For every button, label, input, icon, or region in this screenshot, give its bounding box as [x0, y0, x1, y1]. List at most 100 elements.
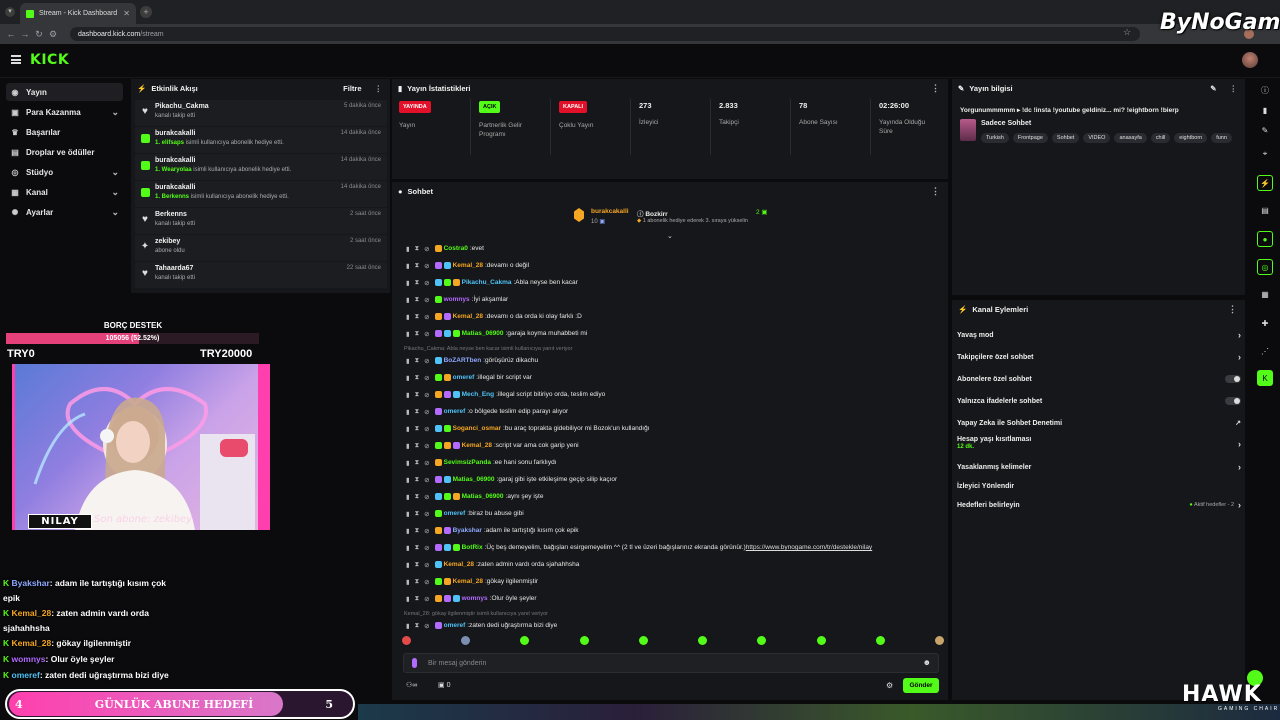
more-options-icon[interactable]: ⋮	[1228, 304, 1237, 315]
crosshair-icon[interactable]: ⌖	[1257, 146, 1273, 162]
wrench-icon[interactable]: ✚	[1257, 315, 1273, 331]
action-followers-only[interactable]: Takipçilere özel sohbet ›	[957, 350, 1241, 364]
timeout-icon[interactable]: ⧗	[415, 544, 420, 552]
pen-icon[interactable]: ✎	[1257, 122, 1273, 138]
chat-username[interactable]: Kemal_28	[453, 578, 483, 585]
sidebar-item-kanal[interactable]: ▦ Kanal ⌄	[6, 183, 123, 201]
send-button[interactable]: Gönder	[903, 678, 939, 693]
browser-tab[interactable]: Stream - Kick Dashboard ✕	[20, 3, 136, 24]
tag-chip[interactable]: Frontpage	[1012, 133, 1048, 143]
broadcast-icon[interactable]: ◎	[1257, 259, 1273, 275]
ban-icon[interactable]: ⊘	[424, 544, 429, 552]
chat-username[interactable]: Kemal_28	[453, 262, 483, 269]
timeout-icon[interactable]: ⧗	[415, 279, 420, 287]
chat-username[interactable]: omeref	[444, 622, 466, 629]
ban-icon[interactable]: ⊘	[424, 527, 429, 535]
timeout-icon[interactable]: ⧗	[415, 425, 420, 433]
trash-icon[interactable]: ▮	[406, 493, 410, 501]
tab-list-icon[interactable]: ▾	[5, 7, 15, 17]
chat-settings-icon[interactable]: ⚙	[886, 681, 893, 690]
action-ai-moderation[interactable]: Yapay Zeka ile Sohbet Denetimi ↗	[957, 416, 1241, 430]
ban-icon[interactable]: ⊘	[424, 245, 429, 253]
trash-icon[interactable]: ▮	[406, 561, 410, 569]
chat-input[interactable]: Bir mesaj gönderin ☻	[403, 653, 939, 673]
ban-icon[interactable]: ⊘	[424, 330, 429, 338]
chat-username[interactable]: omeref	[453, 374, 475, 381]
forward-icon[interactable]: →	[18, 29, 32, 39]
tag-chip[interactable]: anasayfa	[1114, 133, 1147, 143]
trash-icon[interactable]: ▮	[406, 296, 410, 304]
site-info-icon[interactable]: ⚙	[46, 29, 60, 40]
timeout-icon[interactable]: ⧗	[415, 245, 420, 253]
chat-username[interactable]: womnys	[444, 296, 470, 303]
chat-username[interactable]: omeref	[444, 408, 466, 415]
ban-icon[interactable]: ⊘	[424, 493, 429, 501]
chat-username[interactable]: SevimsizPanda	[444, 459, 491, 466]
chart-icon[interactable]: ▮	[1257, 102, 1273, 118]
reload-icon[interactable]: ↻	[32, 29, 46, 40]
kick-icon[interactable]: K	[1257, 370, 1273, 386]
filter-button[interactable]: Filtre	[343, 84, 361, 93]
timeout-icon[interactable]: ⧗	[415, 578, 420, 586]
ban-icon[interactable]: ⊘	[424, 442, 429, 450]
timeout-icon[interactable]: ⧗	[415, 330, 420, 338]
emote-icon[interactable]	[934, 636, 944, 645]
layout-icon[interactable]: ▦	[1257, 286, 1273, 302]
lightning-icon[interactable]: ⚡	[1257, 175, 1273, 191]
emote-icon[interactable]	[520, 636, 530, 645]
more-options-icon[interactable]: ⋮	[1230, 84, 1238, 93]
chat-username[interactable]: Kemal_28	[453, 313, 483, 320]
chat-username[interactable]: Kemal_28	[462, 442, 492, 449]
emote-icon[interactable]	[816, 636, 826, 645]
url-field[interactable]: dashboard.kick.com/stream	[70, 27, 1140, 41]
sidebar-item-basarilar[interactable]: ♛ Başarılar	[6, 123, 123, 141]
timeout-icon[interactable]: ⧗	[415, 391, 420, 399]
new-tab-button[interactable]: +	[140, 6, 152, 18]
chat-username[interactable]: Byakshar	[453, 527, 482, 534]
trash-icon[interactable]: ▮	[406, 527, 410, 535]
chat-username[interactable]: Matias_06900	[462, 330, 504, 337]
timeout-icon[interactable]: ⧗	[415, 374, 420, 382]
timeout-icon[interactable]: ⧗	[415, 357, 420, 365]
chat-username[interactable]: Matias_06900	[462, 493, 504, 500]
chat-username[interactable]: Mech_Eng	[462, 391, 495, 398]
timeout-icon[interactable]: ⧗	[415, 442, 420, 450]
emote-icon[interactable]	[698, 636, 708, 645]
trash-icon[interactable]: ▮	[406, 357, 410, 365]
trash-icon[interactable]: ▮	[406, 279, 410, 287]
timeout-icon[interactable]: ⧗	[415, 313, 420, 321]
chat-link[interactable]: https://www.bynogame.com/tr/destekle/nil…	[746, 544, 872, 551]
emote-icon[interactable]	[875, 636, 885, 645]
chat-username[interactable]: Soganci_osmar	[453, 425, 501, 432]
ban-icon[interactable]: ⊘	[424, 476, 429, 484]
more-options-icon[interactable]: ⋮	[375, 84, 383, 93]
timeout-icon[interactable]: ⧗	[415, 527, 420, 535]
kick-logo[interactable]: KICK	[30, 52, 69, 68]
ban-icon[interactable]: ⊘	[424, 262, 429, 270]
sidebar-item-ayarlar[interactable]: ✺ Ayarlar ⌄	[6, 203, 123, 221]
user-avatar[interactable]	[1242, 52, 1258, 68]
chat-username[interactable]: Kemal_28	[444, 561, 474, 568]
sidebar-item-studyo[interactable]: ◎ Stüdyo ⌄	[6, 163, 123, 181]
timeout-icon[interactable]: ⧗	[415, 493, 420, 501]
edit-icon[interactable]: ✎	[1210, 84, 1216, 93]
tag-chip[interactable]: funn	[1211, 133, 1232, 143]
ban-icon[interactable]: ⊘	[424, 595, 429, 603]
trash-icon[interactable]: ▮	[406, 313, 410, 321]
collapse-chevron-icon[interactable]: ⌄	[667, 232, 673, 240]
timeout-icon[interactable]: ⧗	[415, 622, 420, 630]
chat-username[interactable]: Pikachu_Cakma	[462, 279, 512, 286]
ban-icon[interactable]: ⊘	[424, 561, 429, 569]
back-icon[interactable]: ←	[4, 29, 18, 39]
trash-icon[interactable]: ▮	[406, 425, 410, 433]
sidebar-item-droplar[interactable]: ▤ Droplar ve ödüller	[6, 143, 123, 161]
ban-icon[interactable]: ⊘	[424, 391, 429, 399]
emote-icon[interactable]	[757, 636, 767, 645]
tag-chip[interactable]: eightborn	[1174, 133, 1208, 143]
timeout-icon[interactable]: ⧗	[415, 561, 420, 569]
channel-points-icon[interactable]: ⚇∞	[406, 681, 417, 689]
tag-chip[interactable]: Turkish	[981, 133, 1009, 143]
ban-icon[interactable]: ⊘	[424, 578, 429, 586]
ban-icon[interactable]: ⊘	[424, 296, 429, 304]
tag-chip[interactable]: Sohbet	[1051, 133, 1080, 143]
